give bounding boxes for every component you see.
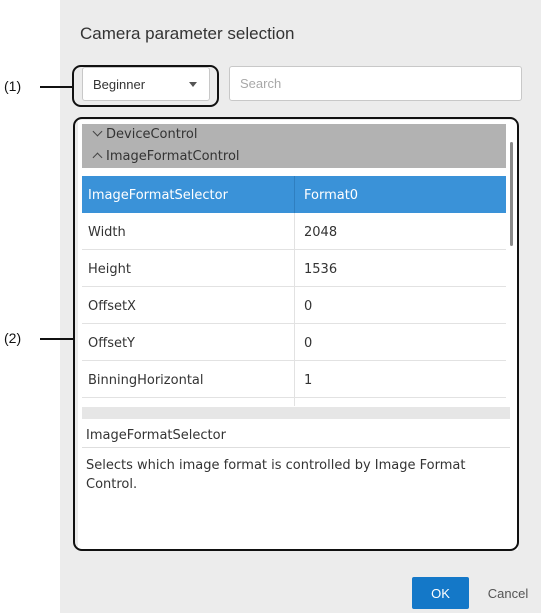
ok-button[interactable]: OK xyxy=(412,577,469,609)
cancel-button[interactable]: Cancel xyxy=(480,577,536,609)
callout-label-1: (1) xyxy=(4,78,22,94)
callout-leader-1 xyxy=(40,86,72,88)
callout-leader-2 xyxy=(40,338,73,340)
search-input[interactable] xyxy=(229,66,522,101)
callout-label-2: (2) xyxy=(4,330,22,346)
callout-frame-1 xyxy=(72,65,219,107)
dialog-title: Camera parameter selection xyxy=(80,24,295,43)
callout-frame-2 xyxy=(73,117,519,551)
